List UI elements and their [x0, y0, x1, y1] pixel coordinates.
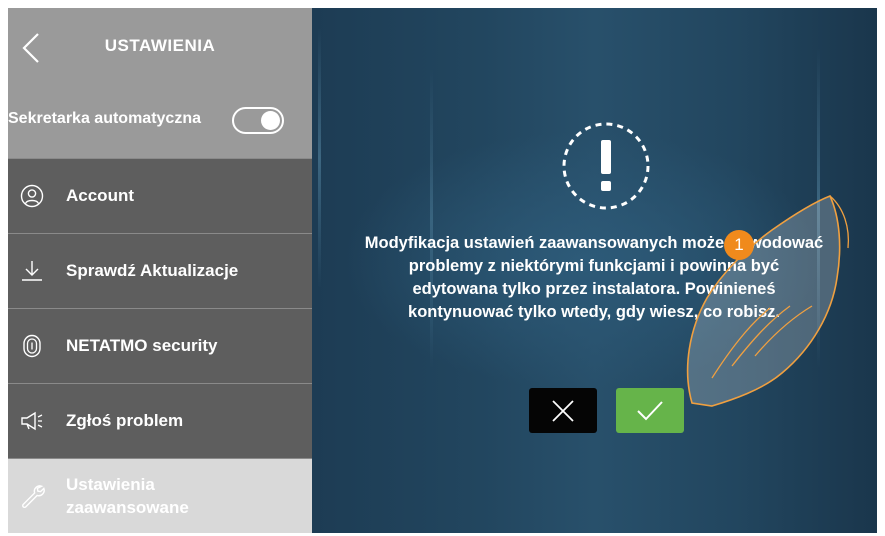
sidebar-item-account[interactable]: Account: [8, 158, 312, 233]
sidebar-item-updates[interactable]: Sprawdź Aktualizacje: [8, 233, 312, 308]
close-icon: [552, 399, 574, 422]
warning-message: Modyfikacja ustawień zaawansowanych może…: [364, 234, 824, 321]
confirm-button[interactable]: [616, 388, 684, 433]
sidebar-item-report-problem[interactable]: Zgłoś problem: [8, 383, 312, 458]
warning-icon: [562, 122, 650, 210]
sidebar-item-label: Account: [66, 186, 134, 205]
sidebar-item-label: Zgłoś problem: [66, 411, 184, 430]
sidebar-item-netatmo-security[interactable]: NETATMO security: [8, 308, 312, 383]
user-icon: [20, 184, 44, 208]
toggle-knob: [261, 111, 280, 130]
check-icon: [637, 400, 663, 420]
wrench-icon: [22, 485, 45, 508]
download-icon: [22, 261, 42, 281]
answering-machine-label: Sekretarka automatyczna: [8, 110, 201, 127]
answering-machine-toggle[interactable]: [232, 107, 284, 134]
device-screen: USTAWIENIA Sekretarka automatyczna Accou…: [8, 8, 877, 533]
sidebar-header: USTAWIENIA Sekretarka automatyczna: [8, 8, 312, 158]
warning-dialog-area: Modyfikacja ustawień zaawansowanych może…: [312, 8, 877, 533]
sidebar-item-label: Sprawdź Aktualizacje: [66, 261, 239, 280]
page-title: USTAWIENIA: [104, 36, 216, 55]
megaphone-icon: [21, 411, 43, 431]
fingerprint-icon: [23, 334, 41, 358]
cancel-button[interactable]: [529, 388, 597, 433]
background-streak: [318, 28, 321, 288]
sidebar-item-label: NETATMO security: [66, 336, 218, 355]
sidebar-item-label: Ustawienia zaawansowane: [66, 475, 189, 517]
settings-sidebar: USTAWIENIA Sekretarka automatyczna Accou…: [8, 8, 312, 533]
step-number-badge: 1: [724, 230, 754, 260]
sidebar-item-advanced-settings[interactable]: Ustawienia zaawansowane: [8, 458, 312, 533]
